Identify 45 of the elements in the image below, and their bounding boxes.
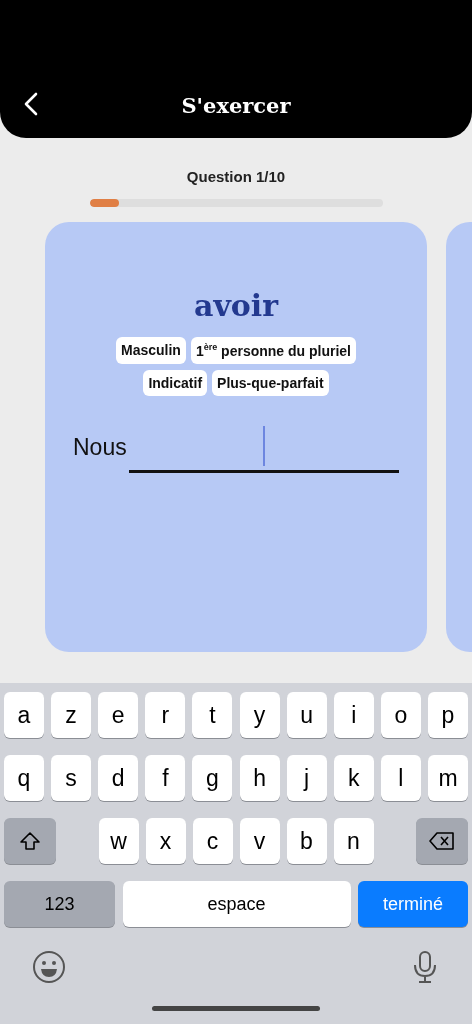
verb-title: avoir (193, 288, 279, 323)
letter-key[interactable]: a (4, 692, 44, 738)
letter-key[interactable]: u (286, 692, 327, 738)
letter-key[interactable]: g (192, 755, 233, 801)
letter-key[interactable]: m (428, 755, 468, 801)
letter-key[interactable]: l (380, 755, 421, 801)
tag: Indicatif (143, 369, 208, 396)
tag: Masculin (116, 337, 186, 364)
letter-key[interactable]: s (51, 755, 92, 801)
answer-field[interactable] (128, 425, 399, 473)
letter-key[interactable]: h (239, 755, 280, 801)
delete-key[interactable] (416, 818, 468, 864)
letter-key[interactable]: t (192, 692, 233, 738)
letter-key[interactable]: e (98, 692, 139, 738)
letter-key[interactable]: p (428, 692, 468, 738)
page-title: S'exercer (181, 93, 291, 118)
letter-key[interactable]: b (286, 818, 327, 864)
letter-key[interactable]: j (286, 755, 327, 801)
letter-key[interactable]: v (239, 818, 280, 864)
tag: Plus-que-parfait (212, 369, 329, 396)
shift-icon (19, 831, 41, 851)
shift-key[interactable] (4, 818, 56, 864)
backspace-icon (429, 832, 455, 850)
numbers-key[interactable]: 123 (4, 881, 115, 927)
back-icon[interactable] (24, 92, 38, 116)
space-key[interactable]: espace (122, 881, 351, 927)
letter-key[interactable]: d (98, 755, 139, 801)
letter-key[interactable]: f (145, 755, 186, 801)
letter-key[interactable]: k (333, 755, 374, 801)
letter-key[interactable]: x (145, 818, 186, 864)
letter-key[interactable]: o (380, 692, 421, 738)
question-counter: Question 1/10 (185, 168, 287, 185)
microphone-icon[interactable] (412, 950, 438, 984)
letter-key[interactable]: w (98, 818, 139, 864)
letter-key[interactable]: n (333, 818, 374, 864)
letter-key[interactable]: q (4, 755, 44, 801)
emoji-icon[interactable] (32, 950, 66, 984)
letter-key[interactable]: y (239, 692, 280, 738)
done-key[interactable]: terminé (358, 881, 468, 927)
pronoun-label: Nous (73, 433, 127, 461)
letter-key[interactable]: r (145, 692, 186, 738)
letter-key[interactable]: z (51, 692, 92, 738)
letter-key[interactable]: c (192, 818, 233, 864)
tag: 1$^{ère}$ personne du pluriel (190, 337, 356, 364)
letter-key[interactable]: i (333, 692, 374, 738)
